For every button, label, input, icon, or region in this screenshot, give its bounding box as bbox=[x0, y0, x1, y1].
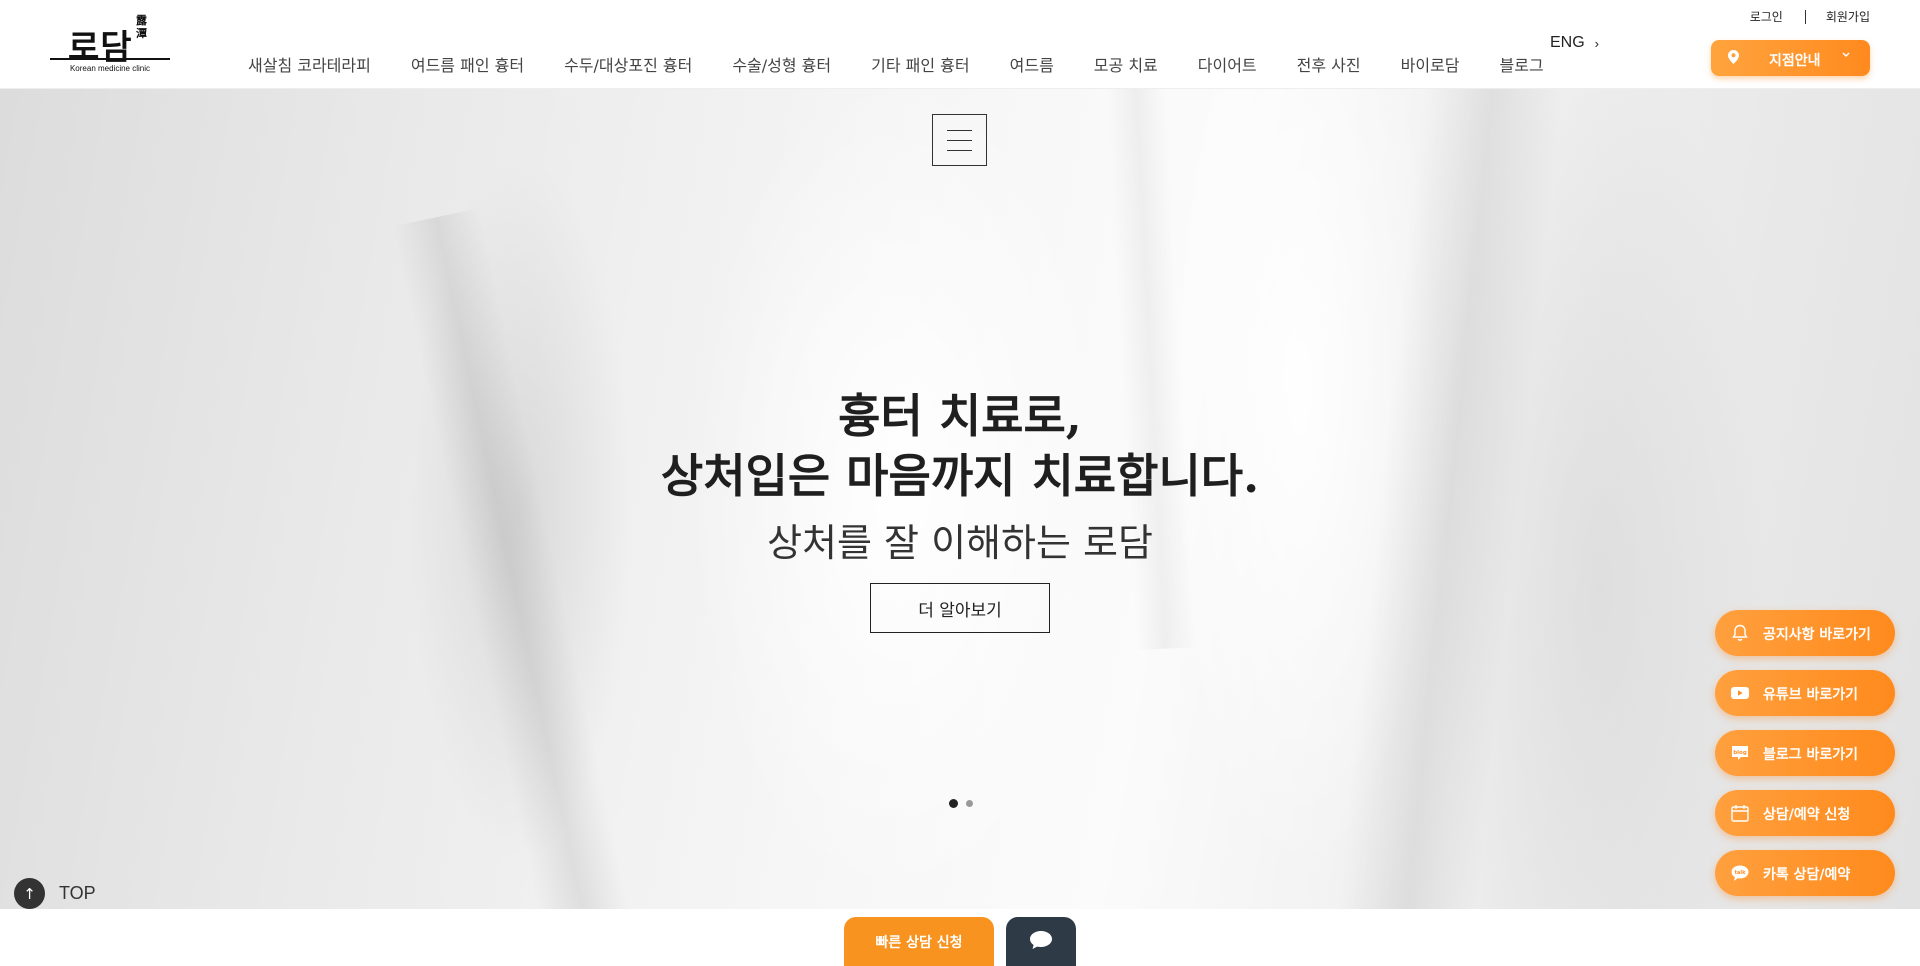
nav-item-blog[interactable]: 블로그 bbox=[1480, 52, 1564, 76]
logo-hanja: 露潭 bbox=[136, 14, 147, 40]
chevron-right-icon: › bbox=[1594, 35, 1600, 51]
login-link[interactable]: 로그인 bbox=[1750, 8, 1783, 25]
svg-text:blog: blog bbox=[1733, 750, 1747, 756]
hero-headline-line1: 흉터 치료로, bbox=[838, 389, 1082, 443]
quick-youtube-button[interactable]: 유튜브 바로가기 bbox=[1715, 670, 1895, 716]
nav-item-before-after[interactable]: 전후 사진 bbox=[1277, 52, 1381, 76]
hamburger-line bbox=[947, 129, 972, 131]
scroll-top-button[interactable]: ↑ TOP bbox=[14, 878, 96, 909]
slide-dot-active[interactable] bbox=[949, 799, 958, 808]
branch-info-button[interactable]: 지점안내 bbox=[1711, 40, 1870, 76]
youtube-icon bbox=[1730, 683, 1750, 703]
language-label: ENG bbox=[1550, 34, 1585, 51]
main-nav: 새살침 코라테라피 여드름 패인 흉터 수두/대상포진 흉터 수술/성형 흉터 … bbox=[228, 52, 1564, 76]
chat-bubble-icon bbox=[1028, 929, 1054, 955]
nav-item-other-scar[interactable]: 기타 패인 흉터 bbox=[851, 52, 990, 76]
nav-item-byrodam[interactable]: 바이로담 bbox=[1381, 52, 1480, 76]
svg-text:talk: talk bbox=[1735, 870, 1746, 876]
logo[interactable]: 로담 露潭 Korean medicine clinic bbox=[50, 12, 170, 78]
quick-kakaotalk-button[interactable]: talk 카톡 상담/예약 bbox=[1715, 850, 1895, 896]
nav-item-surgery-scar[interactable]: 수술/성형 흉터 bbox=[712, 52, 851, 76]
quick-reservation-label: 상담/예약 신청 bbox=[1763, 807, 1851, 823]
language-switch[interactable]: ENG › bbox=[1550, 34, 1599, 52]
nav-item-diet[interactable]: 다이어트 bbox=[1178, 52, 1277, 76]
logo-subtitle: Korean medicine clinic bbox=[69, 64, 151, 73]
util-links: 로그인 회원가입 bbox=[1750, 8, 1870, 25]
quick-kakaotalk-label: 카톡 상담/예약 bbox=[1763, 867, 1851, 883]
hero-headline-line2: 상처입은 마음까지 치료합니다. bbox=[660, 449, 1260, 503]
quick-youtube-label: 유튜브 바로가기 bbox=[1763, 687, 1859, 703]
learn-more-button[interactable]: 더 알아보기 bbox=[870, 583, 1050, 633]
signup-link[interactable]: 회원가입 bbox=[1826, 8, 1870, 25]
hamburger-line bbox=[947, 139, 972, 141]
nav-item-pore[interactable]: 모공 치료 bbox=[1074, 52, 1178, 76]
kakaotalk-icon: talk bbox=[1730, 863, 1750, 883]
branch-info-label: 지점안내 bbox=[1769, 53, 1821, 69]
nav-item-chickenpox-scar[interactable]: 수두/대상포진 흉터 bbox=[544, 52, 712, 76]
chevron-down-icon bbox=[1842, 50, 1850, 61]
site-header: 로담 露潭 Korean medicine clinic 새살침 코라테라피 여… bbox=[0, 0, 1920, 89]
scroll-top-label: TOP bbox=[59, 883, 96, 903]
nav-item-acne[interactable]: 여드름 bbox=[990, 52, 1074, 76]
quick-notice-label: 공지사항 바로가기 bbox=[1763, 627, 1871, 643]
hamburger-line bbox=[947, 149, 972, 151]
quick-blog-button[interactable]: blog 블로그 바로가기 bbox=[1715, 730, 1895, 776]
nav-item-acne-scar[interactable]: 여드름 패인 흉터 bbox=[391, 52, 544, 76]
quick-blog-label: 블로그 바로가기 bbox=[1763, 747, 1859, 763]
slide-dot[interactable] bbox=[966, 800, 973, 807]
util-divider bbox=[1804, 9, 1806, 24]
hero-subheadline: 상처를 잘 이해하는 로담 bbox=[767, 521, 1153, 565]
chat-button[interactable] bbox=[1006, 917, 1076, 966]
blog-icon: blog bbox=[1730, 743, 1750, 763]
nav-item-coratherapy[interactable]: 새살침 코라테라피 bbox=[228, 52, 391, 76]
fast-consult-button[interactable]: 빠른 상담 신청 bbox=[844, 917, 994, 966]
quick-notice-button[interactable]: 공지사항 바로가기 bbox=[1715, 610, 1895, 656]
hamburger-menu-button[interactable] bbox=[932, 114, 987, 166]
slider-pagination bbox=[949, 799, 973, 808]
arrow-up-icon: ↑ bbox=[14, 878, 45, 909]
logo-wordmark: 로담 bbox=[68, 28, 133, 68]
location-pin-icon bbox=[1728, 50, 1739, 68]
logo-divider bbox=[50, 58, 170, 60]
bell-icon bbox=[1730, 623, 1750, 643]
quick-reservation-button[interactable]: 상담/예약 신청 bbox=[1715, 790, 1895, 836]
calendar-icon bbox=[1730, 803, 1750, 823]
